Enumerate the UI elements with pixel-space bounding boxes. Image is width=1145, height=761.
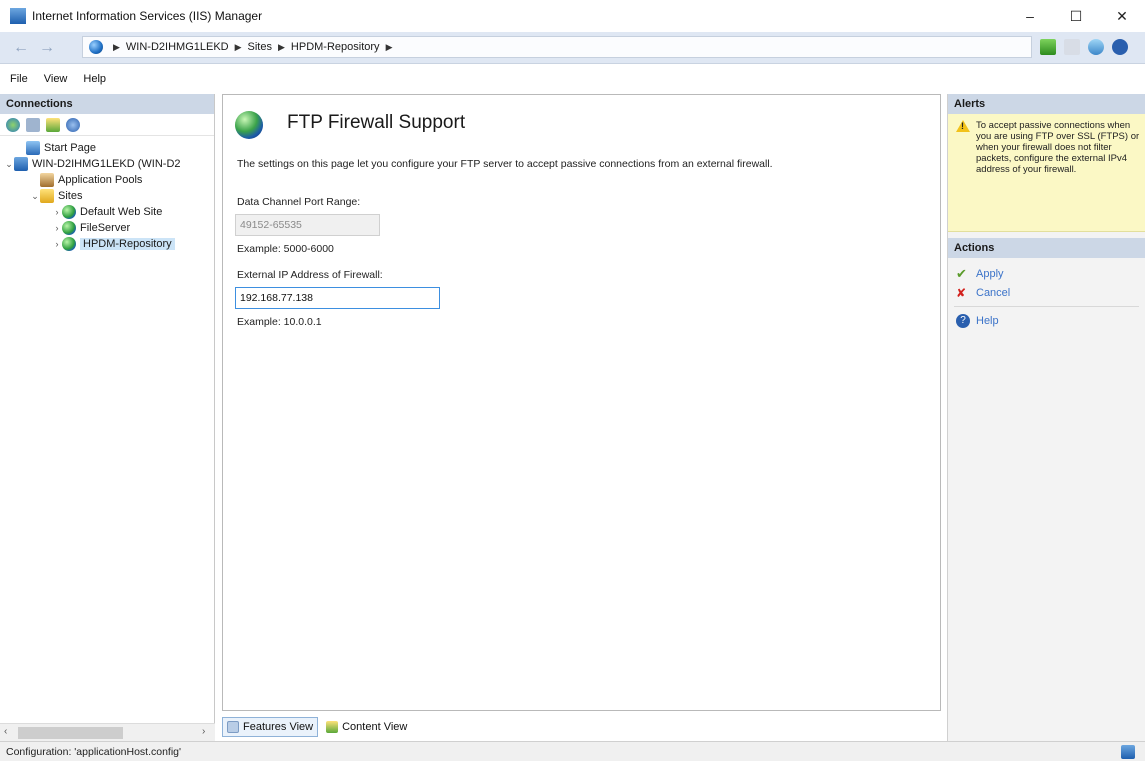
- page-description: The settings on this page let you config…: [237, 158, 773, 170]
- globe-icon: [62, 221, 76, 235]
- menu-help[interactable]: Help: [83, 73, 106, 85]
- divider: [954, 306, 1139, 307]
- minimize-button[interactable]: –: [1007, 0, 1053, 32]
- tree-item-start-page[interactable]: Start Page: [0, 140, 214, 156]
- application-pools-icon: [40, 173, 54, 187]
- alert-message-box: To accept passive connections when you a…: [948, 114, 1145, 232]
- external-ip-field[interactable]: 192.168.77.138: [235, 287, 440, 309]
- breadcrumb-sites[interactable]: Sites: [248, 41, 272, 53]
- status-bar: Configuration: 'applicationHost.config': [0, 741, 1145, 761]
- connect-icon[interactable]: [1040, 39, 1056, 55]
- tree-item-hpdm-repository[interactable]: › HPDM-Repository: [0, 236, 214, 252]
- status-text: Configuration: 'applicationHost.config': [6, 745, 182, 758]
- stop-icon[interactable]: [1064, 39, 1080, 55]
- scroll-left-icon[interactable]: ‹: [4, 726, 7, 737]
- chevron-right-icon[interactable]: ›: [52, 239, 62, 249]
- save-icon[interactable]: [26, 117, 40, 132]
- chevron-right-icon[interactable]: ›: [52, 223, 62, 233]
- chevron-right-icon[interactable]: ▶: [278, 42, 285, 53]
- back-button[interactable]: ←: [10, 37, 32, 59]
- actions-pane: Alerts To accept passive connections whe…: [947, 94, 1145, 741]
- globe-icon: [62, 237, 76, 251]
- chevron-down-icon[interactable]: ⌄: [4, 159, 14, 170]
- alert-text: To accept passive connections when you a…: [976, 120, 1140, 175]
- tree-item-fileserver[interactable]: › FileServer: [0, 220, 214, 236]
- connections-pane: Connections Start Page ⌄ WIN-D2IHMG1LEKD…: [0, 94, 215, 741]
- port-range-label: Data Channel Port Range:: [237, 196, 361, 208]
- title-bar: Internet Information Services (IIS) Mana…: [0, 0, 1145, 32]
- menu-bar: File View Help: [0, 65, 1145, 93]
- horizontal-scrollbar[interactable]: ‹ ›: [0, 723, 215, 741]
- actions-header: Actions: [948, 238, 1145, 258]
- breadcrumb[interactable]: ▶ WIN-D2IHMG1LEKD ▶ Sites ▶ HPDM-Reposit…: [82, 36, 1032, 58]
- cancel-icon: ✘: [956, 285, 967, 300]
- help-action[interactable]: ? Help: [948, 311, 1145, 330]
- menu-file[interactable]: File: [10, 73, 28, 85]
- server-icon: [14, 157, 28, 171]
- connections-tree: Start Page ⌄ WIN-D2IHMG1LEKD (WIN-D2 App…: [0, 136, 214, 252]
- help-icon[interactable]: [1112, 39, 1128, 55]
- tree-item-sites[interactable]: ⌄ Sites: [0, 188, 214, 204]
- apply-icon: ✔: [956, 265, 967, 281]
- disconnect-icon[interactable]: [66, 117, 80, 132]
- ftp-globe-icon: [235, 111, 263, 139]
- tab-features-view[interactable]: Features View: [222, 717, 319, 737]
- maximize-button[interactable]: ☐: [1053, 0, 1099, 32]
- connections-header: Connections: [0, 94, 214, 114]
- breadcrumb-site[interactable]: HPDM-Repository: [291, 41, 380, 53]
- up-level-icon[interactable]: [46, 117, 60, 132]
- external-ip-label: External IP Address of Firewall:: [237, 269, 383, 281]
- features-view-icon: [227, 721, 239, 733]
- apply-action[interactable]: ✔ Apply: [948, 264, 1145, 283]
- port-range-field: 49152-65535: [235, 214, 380, 236]
- chevron-right-icon[interactable]: ▶: [113, 42, 120, 53]
- globe-icon: [62, 205, 76, 219]
- chevron-right-icon[interactable]: ▶: [386, 42, 393, 53]
- close-button[interactable]: ✕: [1099, 0, 1145, 32]
- tree-item-default-web-site[interactable]: › Default Web Site: [0, 204, 214, 220]
- tree-item-server[interactable]: ⌄ WIN-D2IHMG1LEKD (WIN-D2: [0, 156, 214, 172]
- help-icon: ?: [956, 313, 970, 328]
- content-view-icon: [326, 721, 339, 733]
- warning-icon: [956, 120, 970, 132]
- tab-content-view[interactable]: Content View: [322, 717, 411, 737]
- tree-item-application-pools[interactable]: Application Pools: [0, 172, 214, 188]
- chevron-right-icon[interactable]: ▶: [235, 42, 242, 53]
- globe-icon: [89, 40, 103, 54]
- scroll-right-icon[interactable]: ›: [202, 726, 205, 737]
- page-title: FTP Firewall Support: [287, 112, 466, 133]
- external-ip-example: Example: 10.0.0.1: [237, 316, 322, 328]
- sites-folder-icon: [40, 189, 54, 203]
- cancel-action[interactable]: ✘ Cancel: [948, 283, 1145, 302]
- scrollbar-thumb[interactable]: [18, 727, 123, 739]
- connect-icon[interactable]: [6, 117, 20, 132]
- port-range-example: Example: 5000-6000: [237, 243, 334, 255]
- window-title: Internet Information Services (IIS) Mana…: [32, 9, 263, 23]
- feature-page: FTP Firewall Support The settings on thi…: [222, 94, 941, 711]
- forward-button[interactable]: →: [36, 37, 58, 59]
- refresh-icon[interactable]: [1088, 39, 1104, 55]
- address-tools: [1040, 39, 1128, 55]
- view-tabs: Features View Content View: [222, 716, 411, 738]
- iis-manager-icon: [10, 8, 26, 24]
- chevron-right-icon[interactable]: ›: [52, 207, 62, 217]
- address-bar: ← → ▶ WIN-D2IHMG1LEKD ▶ Sites ▶ HPDM-Rep…: [0, 32, 1145, 64]
- start-page-icon: [26, 141, 40, 155]
- chevron-down-icon[interactable]: ⌄: [30, 191, 40, 202]
- alerts-header: Alerts: [948, 94, 1145, 114]
- connections-toolbar: [0, 114, 214, 136]
- server-status-icon: [1121, 745, 1135, 759]
- menu-view[interactable]: View: [44, 73, 68, 85]
- breadcrumb-server[interactable]: WIN-D2IHMG1LEKD: [126, 41, 229, 53]
